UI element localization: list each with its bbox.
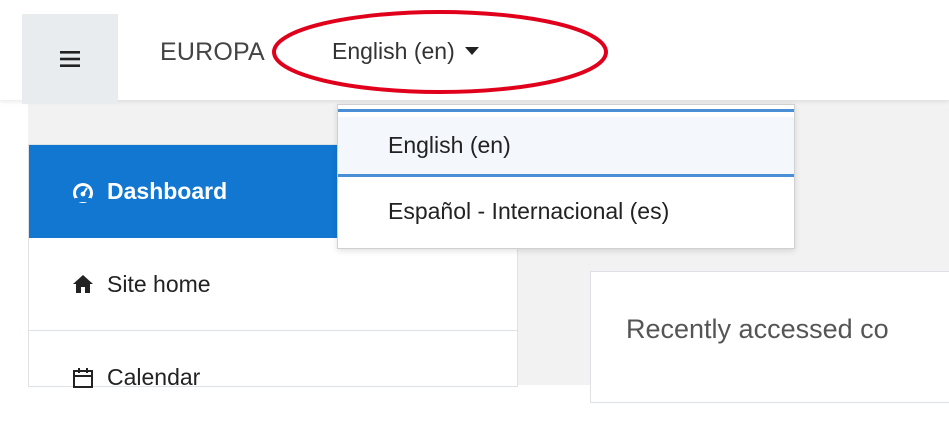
top-navbar: EUROPA English (en) (0, 0, 949, 104)
home-icon (73, 275, 93, 293)
drawer-item-calendar[interactable]: Calendar (29, 331, 517, 424)
language-current-label: English (en) (332, 38, 455, 64)
language-option-es[interactable]: Español - Internacional (es) (338, 181, 794, 241)
dashboard-icon (73, 182, 93, 203)
drawer-item-label: Site home (107, 270, 211, 297)
drawer-item-label: Calendar (107, 364, 201, 390)
language-menu: English (en) Español - Internacional (es… (337, 104, 795, 249)
recent-items-card: Recently accessed co (590, 271, 949, 403)
language-option-en[interactable]: English (en) (338, 117, 794, 177)
site-brand[interactable]: EUROPA (160, 38, 265, 67)
page-gutter (0, 100, 28, 385)
calendar-icon (73, 367, 93, 388)
caret-down-icon (464, 47, 479, 55)
hamburger-icon (60, 51, 80, 67)
menu-toggle-button[interactable] (22, 14, 118, 104)
drawer-item-label: Dashboard (107, 178, 228, 204)
card-title: Recently accessed co (626, 314, 889, 344)
language-dropdown-toggle[interactable]: English (en) (332, 38, 479, 65)
menu-divider (338, 109, 794, 112)
drawer-item-site-home[interactable]: Site home (29, 238, 517, 331)
